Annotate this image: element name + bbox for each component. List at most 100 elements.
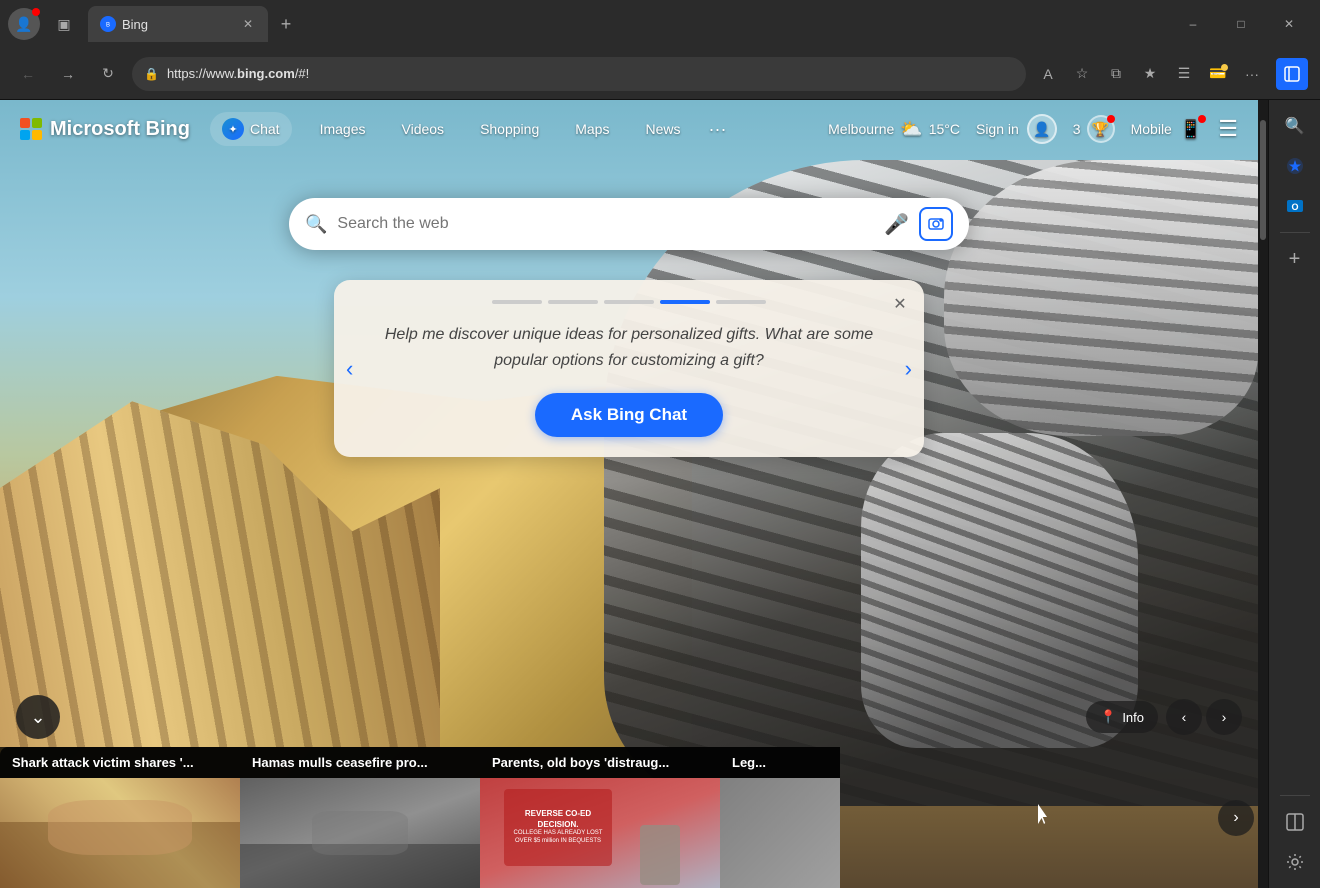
address-bar: ← → ↻ 🔒 https://www.bing.com/#! A ☆ ⧉ ★ … [0, 48, 1320, 100]
nav-shopping-link[interactable]: Shopping [472, 117, 547, 141]
sign-in-button[interactable]: Sign in 👤 [976, 114, 1057, 144]
scrollbar-thumb[interactable] [1260, 120, 1266, 240]
favorites-icon[interactable]: ☆ [1068, 60, 1096, 88]
wallet-icon[interactable]: 💳 [1204, 60, 1232, 88]
news-card-1-headline: Shark attack victim shares '... [0, 747, 240, 778]
profile-avatar[interactable]: 👤 [8, 8, 40, 40]
news-strip-wrapper: ‹ Shark attack victim shares '... [0, 747, 1258, 888]
sidebar-settings-icon[interactable] [1277, 844, 1313, 880]
carousel-next-button[interactable]: › [1206, 699, 1242, 735]
window-controls: – □ ✕ [1170, 8, 1312, 40]
forward-button[interactable]: → [52, 58, 84, 90]
scrollbar[interactable] [1258, 100, 1268, 888]
new-tab-button[interactable]: + [272, 10, 300, 38]
scroll-down-button[interactable]: ⌄ [16, 695, 60, 739]
bing-nav-right: Melbourne ⛅ 15°C Sign in 👤 3 🏆 [828, 114, 1238, 144]
promo-dot-4 [660, 300, 710, 304]
weather-widget[interactable]: Melbourne ⛅ 15°C [828, 119, 960, 140]
rewards-notification-dot [1107, 115, 1115, 123]
minimize-button[interactable]: – [1170, 8, 1216, 40]
weather-city: Melbourne [828, 121, 894, 137]
bing-page: Microsoft Bing ✦ Chat Images Videos Shop… [0, 100, 1258, 888]
active-tab[interactable]: B Bing ✕ [88, 6, 268, 42]
news-strip: Shark attack victim shares '... [0, 747, 1258, 888]
nav-images-link[interactable]: Images [312, 117, 374, 141]
reader-view-icon[interactable]: A [1034, 60, 1062, 88]
address-text: https://www.bing.com/#! [167, 66, 1014, 81]
more-tools-icon[interactable]: ··· [1238, 60, 1266, 88]
news-card-4[interactable]: Leg... [720, 747, 840, 888]
sidebar-outlook-icon[interactable]: O [1277, 188, 1313, 224]
profile-notification-dot [32, 8, 40, 16]
news-img-3-placeholder: REVERSE CO-ED DECISION.COLLEGE HAS ALREA… [480, 778, 720, 888]
split-screen-icon[interactable]: ⧉ [1102, 60, 1130, 88]
ask-bing-chat-button[interactable]: Ask Bing Chat [535, 393, 723, 437]
image-info-button[interactable]: 📍 Info [1086, 701, 1158, 733]
news-card-2-headline: Hamas mulls ceasefire pro... [240, 747, 480, 778]
collections-icon[interactable]: ☰ [1170, 60, 1198, 88]
nav-news-link[interactable]: News [637, 117, 688, 141]
news-card-1[interactable]: Shark attack victim shares '... [0, 747, 240, 888]
carousel-navigation: ‹ › [1166, 699, 1242, 735]
news-card-1-image [0, 778, 240, 888]
info-label: Info [1122, 710, 1144, 725]
sidebar-divider-2 [1280, 795, 1310, 796]
news-card-3-headline: Parents, old boys 'distraug... [480, 747, 720, 778]
tab-close-btn[interactable]: ✕ [240, 16, 256, 32]
nav-chat-link[interactable]: ✦ Chat [210, 112, 292, 146]
bing-logo-text: Microsoft Bing [50, 118, 190, 141]
bing-logo[interactable]: Microsoft Bing [20, 118, 190, 141]
mobile-button[interactable]: Mobile 📱 [1131, 119, 1203, 140]
rewards-button[interactable]: 3 🏆 [1073, 115, 1115, 143]
carousel-prev-button[interactable]: ‹ [1166, 699, 1202, 735]
nav-maps-link[interactable]: Maps [567, 117, 617, 141]
promo-dot-3 [604, 300, 654, 304]
bottom-section: ⌄ 📍 Info ‹ › ‹ [0, 695, 1258, 888]
refresh-button[interactable]: ↻ [92, 58, 124, 90]
news-next-button[interactable]: › [1218, 800, 1254, 836]
sidebar-split-screen-icon[interactable] [1277, 804, 1313, 840]
news-img-4-placeholder [720, 778, 840, 888]
news-card-2[interactable]: Hamas mulls ceasefire pro... [240, 747, 480, 888]
promo-prev-button[interactable]: ‹ [346, 356, 353, 382]
promo-dot-2 [548, 300, 598, 304]
search-input[interactable] [337, 215, 874, 233]
mobile-icon: 📱 [1180, 119, 1202, 140]
visual-search-icon[interactable] [919, 207, 953, 241]
news-card-3[interactable]: Parents, old boys 'distraug... REVERSE C… [480, 747, 720, 888]
promo-dot-5 [716, 300, 766, 304]
sidebar-toggle-btn[interactable]: ▣ [48, 8, 80, 40]
nav-more-button[interactable]: ··· [708, 119, 726, 140]
back-button[interactable]: ← [12, 58, 44, 90]
hamburger-menu-button[interactable]: ☰ [1218, 116, 1238, 142]
sign-in-label: Sign in [976, 121, 1019, 137]
promo-dots [384, 300, 874, 304]
title-bar: 👤 ▣ B Bing ✕ + – □ ✕ [0, 0, 1320, 48]
edge-sidebar-toggle[interactable] [1276, 58, 1308, 90]
news-img-2-placeholder [240, 778, 480, 888]
promo-next-button[interactable]: › [905, 356, 912, 382]
news-card-2-image [240, 778, 480, 888]
address-input-wrap[interactable]: 🔒 https://www.bing.com/#! [132, 57, 1026, 91]
sidebar-search-icon[interactable]: 🔍 [1277, 108, 1313, 144]
nav-chat-label: Chat [250, 121, 280, 137]
bottom-controls: ⌄ 📍 Info ‹ › [0, 695, 1258, 747]
voice-search-icon[interactable]: 🎤 [884, 212, 909, 237]
sidebar-copilot-icon[interactable] [1277, 148, 1313, 184]
search-icon: 🔍 [305, 214, 327, 235]
promo-close-button[interactable]: ✕ [888, 292, 912, 316]
search-section: 🔍 🎤 [0, 198, 1258, 250]
news-card-4-headline: Leg... [720, 747, 840, 778]
search-bar: 🔍 🎤 [289, 198, 969, 250]
news-card-3-image: REVERSE CO-ED DECISION.COLLEGE HAS ALREA… [480, 778, 720, 888]
sign-in-avatar: 👤 [1027, 114, 1057, 144]
location-pin-icon: 📍 [1100, 709, 1116, 725]
sidebar-add-icon[interactable]: + [1277, 241, 1313, 277]
nav-videos-link[interactable]: Videos [394, 117, 453, 141]
bing-chat-promo-card: ✕ ‹ › Help me discover unique ideas for … [334, 280, 924, 457]
mobile-notification-dot [1198, 115, 1206, 123]
add-favorites-icon[interactable]: ★ [1136, 60, 1164, 88]
chat-icon: ✦ [222, 118, 244, 140]
close-button[interactable]: ✕ [1266, 8, 1312, 40]
maximize-button[interactable]: □ [1218, 8, 1264, 40]
